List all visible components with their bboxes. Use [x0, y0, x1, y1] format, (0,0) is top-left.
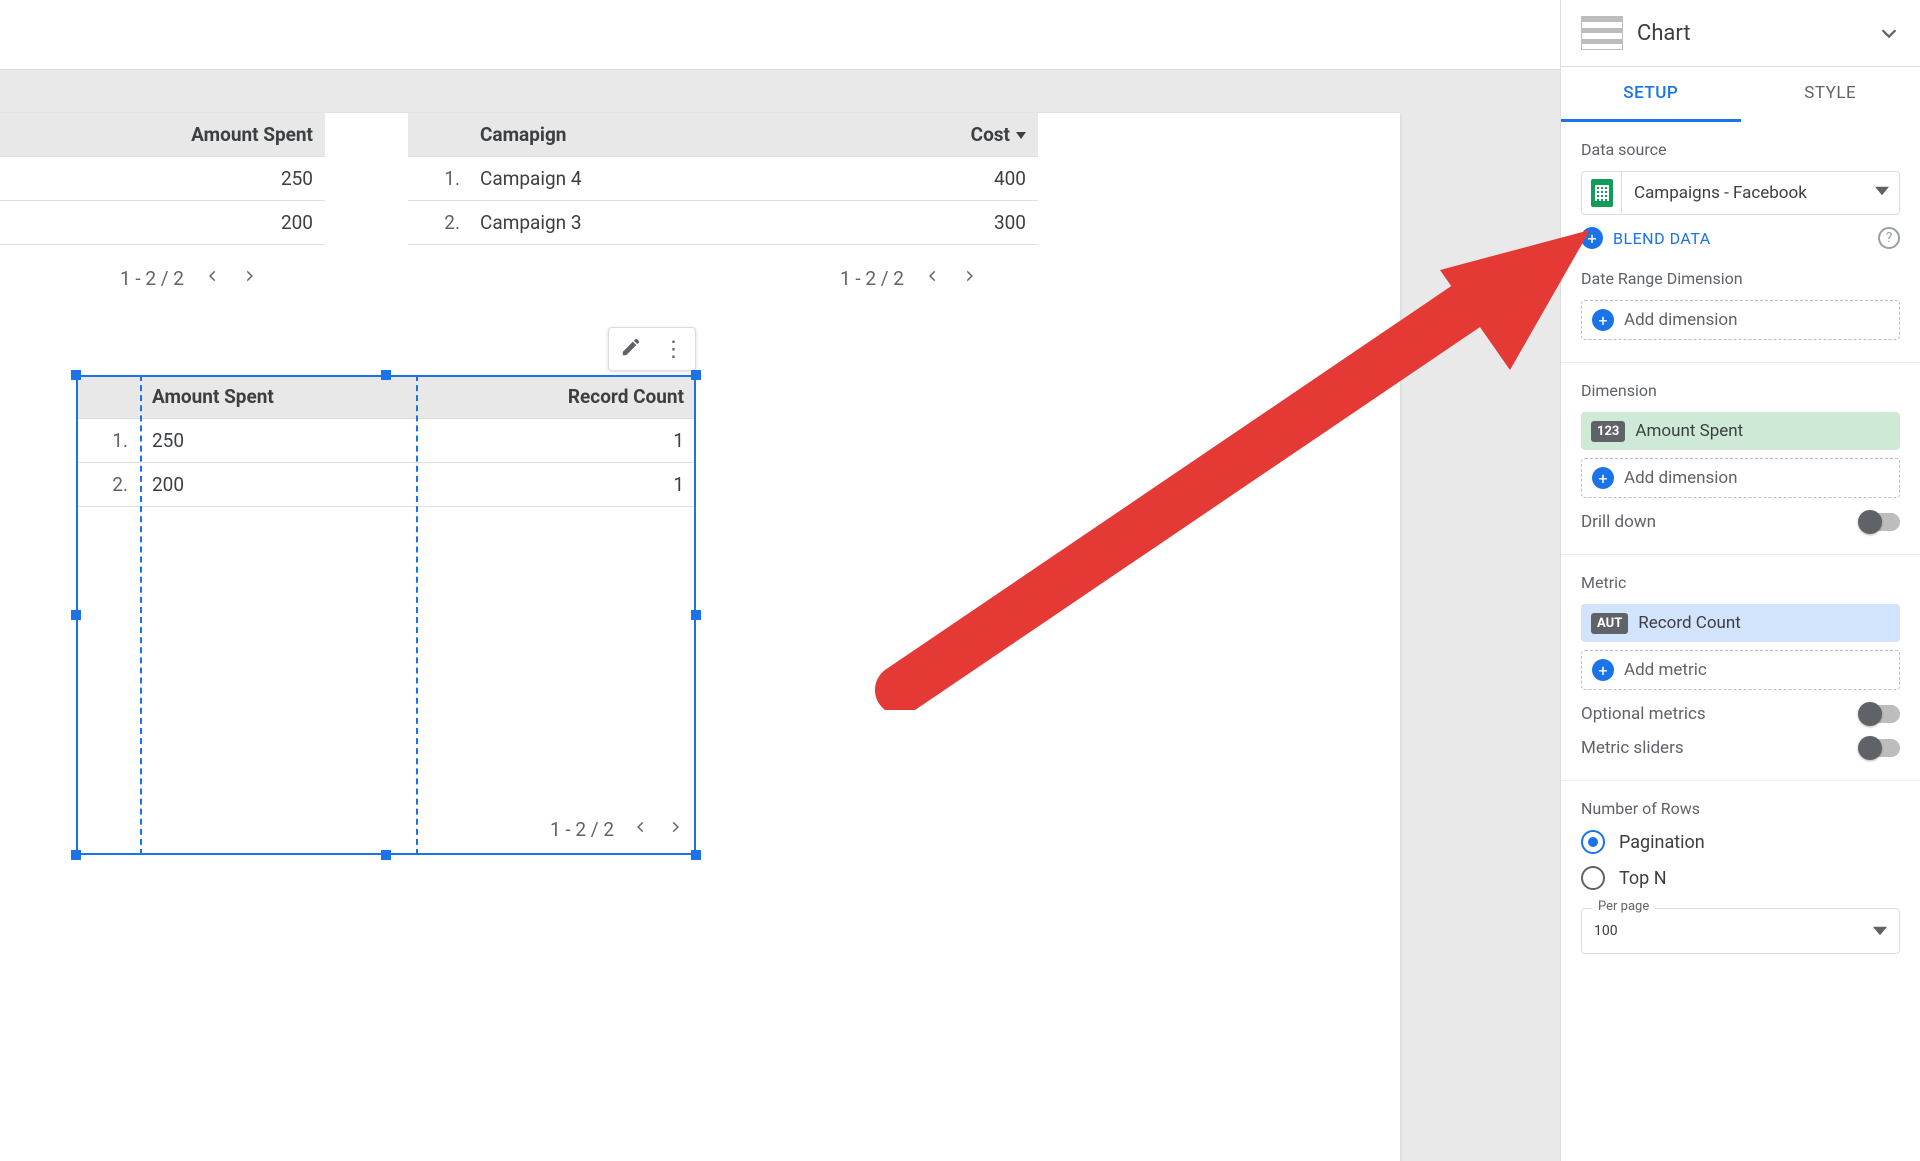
metric-sliders-label: Metric sliders [1581, 738, 1684, 758]
section-data-source: Data source Campaigns - Facebook + BLEND… [1561, 122, 1920, 363]
resize-handle[interactable] [381, 850, 391, 860]
table-row[interactable]: 250 [0, 157, 325, 201]
per-page-value: 100 [1594, 923, 1873, 939]
label-rows: Number of Rows [1581, 799, 1900, 818]
chart-type-selector[interactable]: Chart [1561, 0, 1920, 67]
resize-handle[interactable] [691, 370, 701, 380]
column-guide[interactable] [416, 375, 418, 855]
label-dimension: Dimension [1581, 381, 1900, 400]
resize-handle[interactable] [691, 610, 701, 620]
section-metric: Metric AUT Record Count + Add metric Opt… [1561, 555, 1920, 781]
section-rows: Number of Rows Pagination Top N Per page… [1561, 781, 1920, 976]
panel-scroll[interactable]: Data source Campaigns - Facebook + BLEND… [1561, 122, 1920, 1161]
caret-down-icon [1873, 924, 1887, 938]
add-metric[interactable]: + Add metric [1581, 650, 1900, 690]
tab-style[interactable]: STYLE [1741, 67, 1920, 122]
metric-sliders-row: Metric sliders [1581, 738, 1900, 758]
number-type-icon: 123 [1591, 421, 1625, 442]
metric-chip[interactable]: AUT Record Count [1581, 604, 1900, 642]
report-canvas-bg: Amount Spent 250 200 1 - 2 / 2 Camapign … [0, 70, 1560, 1161]
table-chart-icon [1581, 16, 1623, 50]
pager-text: 1 - 2 / 2 [120, 267, 184, 290]
chart-floating-toolbar: ⋮ [608, 327, 696, 371]
table-row[interactable]: 1.2501 [76, 419, 696, 463]
auto-type-icon: AUT [1591, 613, 1628, 634]
resize-handle[interactable] [71, 610, 81, 620]
section-dimension: Dimension 123 Amount Spent + Add dimensi… [1561, 363, 1920, 555]
col-record-count[interactable]: Record Count [424, 375, 696, 419]
data-source-name: Campaigns - Facebook [1622, 183, 1865, 203]
table-row[interactable]: 2.Campaign 3300 [408, 201, 1038, 245]
per-page-select[interactable]: Per page 100 [1581, 908, 1900, 954]
column-guide[interactable] [140, 375, 142, 855]
optional-metrics-toggle[interactable] [1860, 705, 1900, 723]
blend-data-row: + BLEND DATA ? [1581, 227, 1900, 249]
chevron-left-icon[interactable] [206, 265, 220, 292]
optional-metrics-label: Optional metrics [1581, 704, 1706, 724]
pager-right: 1 - 2 / 2 [840, 265, 976, 292]
pager-text: 1 - 2 / 2 [550, 818, 614, 841]
chevron-right-icon[interactable] [668, 816, 682, 843]
help-icon[interactable]: ? [1878, 227, 1900, 249]
selected-table[interactable]: Amount Spent Record Count 1.2501 2.2001 [76, 375, 696, 507]
pager-left: 1 - 2 / 2 [120, 265, 256, 292]
optional-metrics-row: Optional metrics [1581, 704, 1900, 724]
plus-icon: + [1592, 467, 1614, 489]
col-cost[interactable]: Cost [817, 113, 1038, 157]
table-row[interactable]: 2.2001 [76, 463, 696, 507]
drill-down-toggle[interactable] [1860, 513, 1900, 531]
panel-tabs: SETUP STYLE [1561, 67, 1920, 122]
properties-panel: Chart SETUP STYLE Data source Campaigns … [1560, 0, 1920, 1161]
pencil-icon[interactable] [620, 336, 642, 362]
data-source-select[interactable]: Campaigns - Facebook [1581, 171, 1900, 215]
report-canvas[interactable]: Amount Spent 250 200 1 - 2 / 2 Camapign … [0, 113, 1400, 1161]
chevron-left-icon[interactable] [926, 265, 940, 292]
add-date-dimension[interactable]: + Add dimension [1581, 300, 1900, 340]
caret-down-icon [1016, 132, 1026, 139]
label-data-source: Data source [1581, 140, 1900, 159]
pager-selected: 1 - 2 / 2 [550, 816, 682, 843]
resize-handle[interactable] [381, 370, 391, 380]
drill-down-label: Drill down [1581, 512, 1656, 532]
col-campaign[interactable]: Camapign [468, 113, 817, 157]
chevron-right-icon[interactable] [962, 265, 976, 292]
radio-topn[interactable]: Top N [1581, 866, 1900, 890]
resize-handle[interactable] [691, 850, 701, 860]
sheets-icon [1582, 172, 1622, 214]
col-amount-spent[interactable]: Amount Spent [0, 113, 325, 157]
col-index [408, 113, 468, 157]
label-date-range: Date Range Dimension [1581, 269, 1900, 288]
table-row[interactable]: 200 [0, 201, 325, 245]
radio-icon [1581, 866, 1605, 890]
table-amount-spent[interactable]: Amount Spent 250 200 [0, 113, 325, 245]
drill-down-row: Drill down [1581, 512, 1900, 532]
selected-chart[interactable]: ⋮ Amount Spent Record Count 1.2501 2.200… [76, 375, 696, 855]
col-amount-spent[interactable]: Amount Spent [140, 375, 424, 419]
resize-handle[interactable] [71, 370, 81, 380]
col-index [76, 375, 140, 419]
caret-down-icon [1865, 184, 1899, 202]
radio-pagination[interactable]: Pagination [1581, 830, 1900, 854]
chevron-right-icon[interactable] [242, 265, 256, 292]
label-metric: Metric [1581, 573, 1900, 592]
dimension-chip[interactable]: 123 Amount Spent [1581, 412, 1900, 450]
tab-setup[interactable]: SETUP [1561, 67, 1741, 122]
chevron-left-icon[interactable] [634, 816, 648, 843]
plus-icon: + [1592, 309, 1614, 331]
plus-icon[interactable]: + [1581, 227, 1603, 249]
plus-icon: + [1592, 659, 1614, 681]
panel-title: Chart [1637, 21, 1864, 46]
per-page-label: Per page [1592, 899, 1655, 914]
pager-text: 1 - 2 / 2 [840, 267, 904, 290]
chevron-down-icon [1878, 22, 1900, 44]
radio-icon [1581, 830, 1605, 854]
table-campaign-cost[interactable]: Camapign Cost 1.Campaign 4400 2.Campaign… [408, 113, 1038, 245]
resize-handle[interactable] [71, 850, 81, 860]
table-row[interactable]: 1.Campaign 4400 [408, 157, 1038, 201]
blend-data-button[interactable]: BLEND DATA [1613, 229, 1711, 248]
metric-sliders-toggle[interactable] [1860, 739, 1900, 757]
more-vert-icon[interactable]: ⋮ [663, 337, 685, 362]
add-dimension[interactable]: + Add dimension [1581, 458, 1900, 498]
